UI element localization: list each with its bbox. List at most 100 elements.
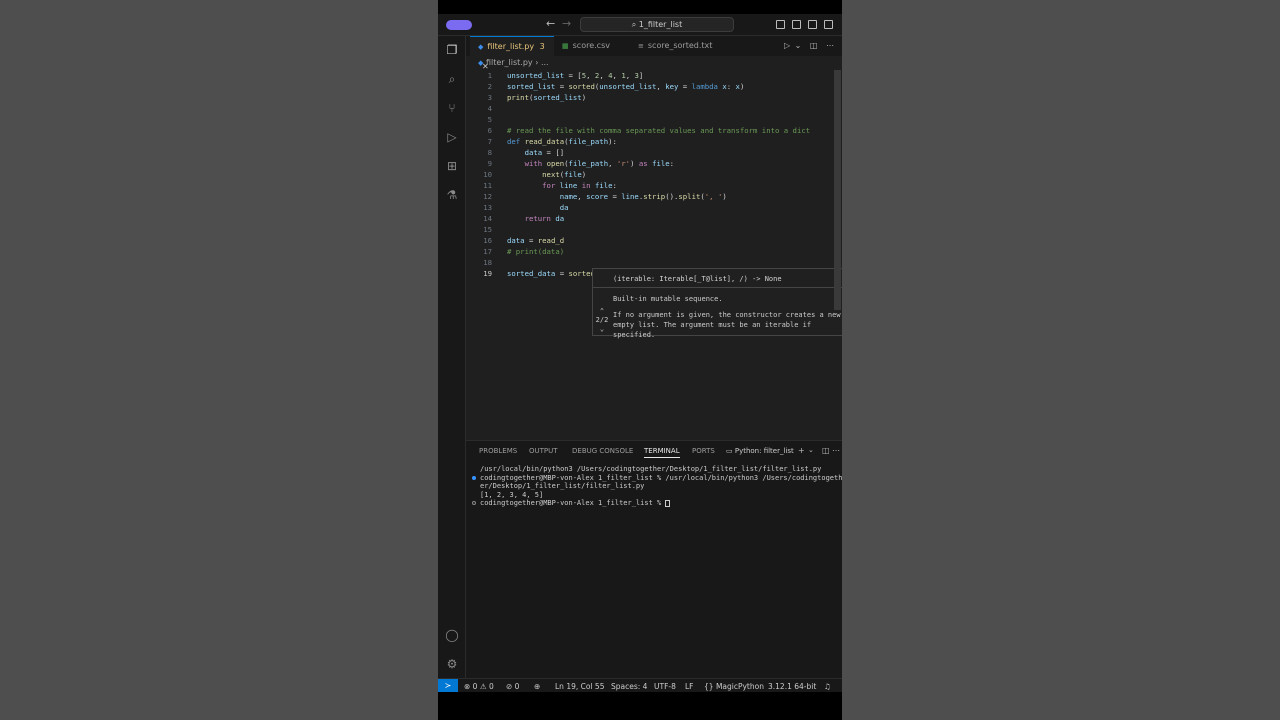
bottom-panel: PROBLEMS OUTPUT DEBUG CONSOLE TERMINAL P… [466,440,842,678]
code-line: 17 # print(data) [483,247,565,256]
python-icon: ◆ [478,43,484,51]
split-editor-icon[interactable]: ◫ [810,41,818,50]
prompt-status-icon [472,501,476,506]
terminal-line: codingtogether@MBP-von-Alex 1_filter_lis… [472,474,842,483]
code-line: 5 [487,115,492,124]
tab-filter-list[interactable]: ◆ filter_list.py 3 ✕ [470,36,554,71]
overload-counter: 2/2 [595,316,609,324]
doc-detail: If no argument is given, the constructor… [613,311,841,339]
code-line: 4 [487,104,492,113]
csv-icon: ▦ [562,42,569,50]
manage-gear-icon[interactable]: ⚙ [445,657,459,671]
code-line: 16 data = read_d [483,236,565,245]
terminal-cursor [665,499,671,507]
account-badge[interactable] [446,20,472,30]
ports-status[interactable]: ⊘ 0 [506,682,519,691]
terminal-icon: ▭ [726,447,733,455]
terminal-line: er/Desktop/1_filter_list/filter_list.py [480,482,645,491]
activity-bar: ❐ ⌕ ⑂ ▷ ⊞ ⚗ ◯ ⚙ [438,36,466,678]
end-of-line[interactable]: LF [685,682,694,691]
tab-score-sorted[interactable]: ≡ score_sorted.txt [630,36,730,56]
code-line: 3 print(sorted_list) [487,93,587,102]
toggle-secondary-sidebar-icon[interactable] [808,20,817,29]
terminal-line: [1, 2, 3, 4, 5] [480,490,544,499]
problems-status[interactable]: ⊗ 0 ⚠ 0 [464,682,494,691]
problems-count-badge: 3 [539,42,545,51]
overload-nav: ⌃ 2/2 ⌄ [595,307,609,334]
extensions-icon[interactable]: ⊞ [445,159,459,173]
vscode-window: ← → ⌕ 1_filter_list ❐ ⌕ ⑂ ▷ ⊞ ⚗ ◯ ⚙ ◆ fil… [438,0,842,720]
editor-tabs: ◆ filter_list.py 3 ✕ ▦ score.csv ≡ score_so… [466,36,842,71]
tab-debug-console[interactable]: DEBUG CONSOLE [572,447,633,455]
code-line: 8 data = [] [487,148,565,157]
command-center-search[interactable]: ⌕ 1_filter_list [580,17,734,32]
tab-problems[interactable]: PROBLEMS [479,447,517,455]
back-arrow-icon[interactable]: ← [546,17,555,30]
bottom-letterbox [438,692,842,720]
tab-output[interactable]: OUTPUT [529,447,558,455]
tab-ports[interactable]: PORTS [692,447,715,455]
customize-layout-icon[interactable] [824,20,833,29]
editor-scrollbar[interactable] [834,70,841,310]
code-line: 2 sorted_list = sorted(unsorted_list, key… [487,82,745,91]
code-line: 6 # read the file with comma separated va… [487,126,811,135]
chevron-down-icon[interactable]: ⌄ [795,41,802,50]
signature-help-popup[interactable]: (iterable: Iterable[_T@list], /) -> None… [592,268,842,339]
braces-icon: {} [704,682,714,691]
split-terminal-icon[interactable]: ◫ [822,446,830,455]
chevron-down-icon[interactable]: ⌄ [808,446,814,454]
code-line: 18 [483,258,492,267]
breadcrumb: ◆ filter_list.py › ... [478,58,549,67]
code-line: 13 da [483,203,569,212]
code-line: 10 next(file) [483,170,587,179]
terminal-selector[interactable]: ▭ Python: filter_list [726,447,794,455]
terminal-prompt: codingtogether@MBP-von-Alex 1_filter_lis… [472,499,832,508]
remote-indicator-icon[interactable]: ≻ [438,679,458,693]
code-line: 12 name, score = line.strip().split(', '… [483,192,727,201]
forward-arrow-icon[interactable]: → [562,17,571,30]
chevron-up-icon[interactable]: ⌃ [595,307,609,316]
zoom-icon[interactable]: ⊕ [534,682,540,691]
more-actions-icon[interactable]: ⋯ [826,41,834,50]
code-line: 15 [483,225,492,234]
tab-terminal[interactable]: TERMINAL [644,447,680,458]
breadcrumb-file[interactable]: filter_list.py [486,58,533,67]
python-icon: ◆ [478,59,484,67]
code-line: 11 for line in file: [483,181,617,190]
run-debug-icon[interactable]: ▷ [445,130,459,144]
text-file-icon: ≡ [638,42,644,50]
doc-summary: Built-in mutable sequence. [613,295,723,303]
accounts-icon[interactable]: ◯ [445,628,459,642]
terminal-line: /usr/local/bin/python3 /Users/codingtoge… [480,465,822,473]
run-icon[interactable]: ▷ [784,41,790,50]
indentation[interactable]: Spaces: 4 [611,682,647,691]
explorer-icon[interactable]: ❐ [445,43,459,57]
notifications-bell-icon[interactable]: ♫ [824,682,831,691]
code-line: 14 return da [483,214,565,223]
terminal-output[interactable]: /usr/local/bin/python3 /Users/codingtoge… [472,465,842,508]
popup-divider [593,287,842,288]
signature-text: (iterable: Iterable[_T@list], /) -> None [613,275,782,283]
code-line: 1 unsorted_list = [5, 2, 4, 1, 3] [487,71,644,80]
testing-icon[interactable]: ⚗ [445,188,459,202]
top-letterbox [438,0,842,14]
code-line: 9 with open(file_path, 'r') as file: [487,159,675,168]
source-control-icon[interactable]: ⑂ [445,101,459,115]
chevron-down-icon[interactable]: ⌄ [595,325,609,334]
title-bar: ← → ⌕ 1_filter_list [438,14,842,36]
encoding[interactable]: UTF-8 [654,682,676,691]
more-actions-icon[interactable]: ⋯ [832,446,840,455]
editor-actions: ▷ ⌄ ◫ ⋯ [784,41,834,50]
status-bar: ≻ ⊗ 0 ⚠ 0 ⊘ 0 ⊕ Ln 19, Col 55 Spaces: 4 … [438,678,842,693]
command-status-icon [472,475,476,480]
language-mode[interactable]: {} MagicPython [704,682,764,691]
code-editor[interactable]: 1 unsorted_list = [5, 2, 4, 1, 3] 2 sorted… [466,68,842,440]
toggle-sidebar-icon[interactable] [776,20,785,29]
toggle-panel-icon[interactable] [792,20,801,29]
tab-score-csv[interactable]: ▦ score.csv [554,36,630,56]
breadcrumb-trail[interactable]: › ... [535,58,548,67]
new-terminal-icon[interactable]: + [798,446,805,455]
search-icon[interactable]: ⌕ [445,72,459,86]
cursor-position[interactable]: Ln 19, Col 55 [555,682,604,691]
python-interpreter[interactable]: 3.12.1 64-bit [768,682,816,691]
